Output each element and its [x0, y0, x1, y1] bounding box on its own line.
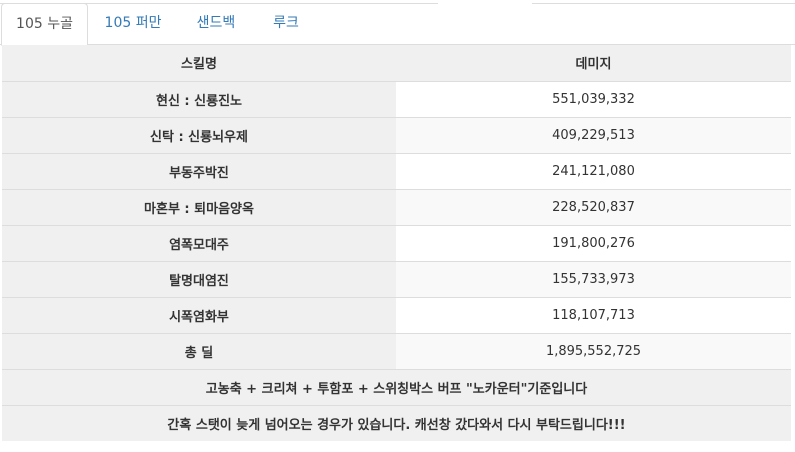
damage-table: 스킬명 데미지 현신 : 신룡진노 551,039,332 신탁 : 신룡뇌우제… [2, 45, 791, 441]
damage-cell: 191,800,276 [396, 224, 791, 261]
damage-cell: 228,520,837 [396, 188, 791, 225]
damage-table-container: 스킬명 데미지 현신 : 신룡진노 551,039,332 신탁 : 신룡뇌우제… [2, 45, 791, 441]
note-row-stat-delay: 간혹 스탯이 늦게 넘어오는 경우가 있습니다. 캐선창 갔다와서 다시 부탁드… [2, 404, 791, 441]
column-header-damage: 데미지 [396, 45, 791, 81]
note-stat-delay: 간혹 스탯이 늦게 넘어오는 경우가 있습니다. 캐선창 갔다와서 다시 부탁드… [2, 404, 791, 441]
skill-name-cell: 탈명대염진 [2, 260, 396, 297]
skill-name-cell: 부동주박진 [2, 152, 396, 189]
tab-bar: 105 누골 105 퍼만 샌드백 루크 [0, 3, 795, 46]
table-row: 시폭염화부 118,107,713 [2, 296, 791, 333]
total-label-cell: 총 딜 [2, 332, 396, 369]
skill-name-cell: 염폭모대주 [2, 224, 396, 261]
table-row: 신탁 : 신룡뇌우제 409,229,513 [2, 116, 791, 153]
table-header-row: 스킬명 데미지 [2, 45, 791, 81]
table-row: 염폭모대주 191,800,276 [2, 224, 791, 261]
table-row: 마혼부 : 퇴마음양옥 228,520,837 [2, 188, 791, 225]
column-header-skill-name: 스킬명 [2, 45, 396, 81]
damage-cell: 118,107,713 [396, 296, 791, 333]
table-row: 탈명대염진 155,733,973 [2, 260, 791, 297]
skill-name-cell: 마혼부 : 퇴마음양옥 [2, 188, 396, 225]
damage-cell: 409,229,513 [396, 116, 791, 153]
damage-cell: 241,121,080 [396, 152, 791, 189]
tab-105-nugol[interactable]: 105 누골 [1, 3, 88, 46]
note-row-buff-basis: 고농축 + 크리쳐 + 투함포 + 스위칭박스 버프 "노카운터"기준입니다 [2, 368, 791, 405]
tab-105-perman[interactable]: 105 퍼만 [96, 3, 170, 45]
damage-cell: 551,039,332 [396, 80, 791, 117]
note-buff-basis: 고농축 + 크리쳐 + 투함포 + 스위칭박스 버프 "노카운터"기준입니다 [2, 368, 791, 405]
total-row: 총 딜 1,895,552,725 [2, 332, 791, 369]
total-damage-cell: 1,895,552,725 [396, 332, 791, 369]
damage-cell: 155,733,973 [396, 260, 791, 297]
skill-name-cell: 신탁 : 신룡뇌우제 [2, 116, 396, 153]
skill-name-cell: 시폭염화부 [2, 296, 396, 333]
table-row: 현신 : 신룡진노 551,039,332 [2, 80, 791, 117]
skill-name-cell: 현신 : 신룡진노 [2, 80, 396, 117]
table-row: 부동주박진 241,121,080 [2, 152, 791, 189]
tab-sandbag[interactable]: 샌드백 [181, 3, 251, 45]
tab-rook[interactable]: 루크 [262, 3, 310, 45]
